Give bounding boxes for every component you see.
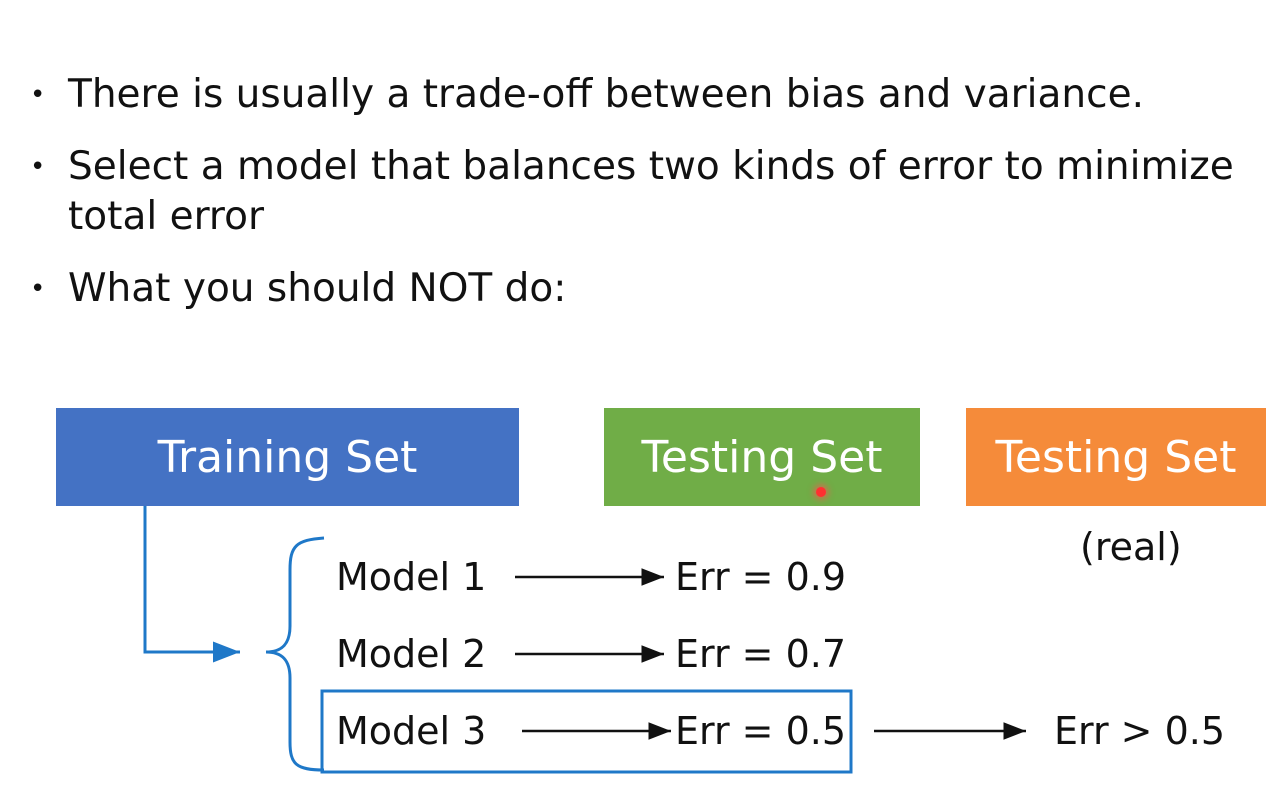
model-3-error: Err = 0.5	[675, 709, 847, 753]
model-1-label: Model 1	[336, 555, 487, 599]
model-1-error: Err = 0.9	[675, 555, 847, 599]
model-2-error: Err = 0.7	[675, 632, 847, 676]
models-brace	[265, 536, 325, 772]
diagram-connectors	[143, 506, 1026, 774]
training-to-models-connector	[143, 506, 240, 663]
real-result-error: Err > 0.5	[1054, 709, 1226, 753]
model-3-label: Model 3	[336, 709, 487, 753]
pointer-cursor	[816, 487, 826, 497]
model-2-label: Model 2	[336, 632, 487, 676]
